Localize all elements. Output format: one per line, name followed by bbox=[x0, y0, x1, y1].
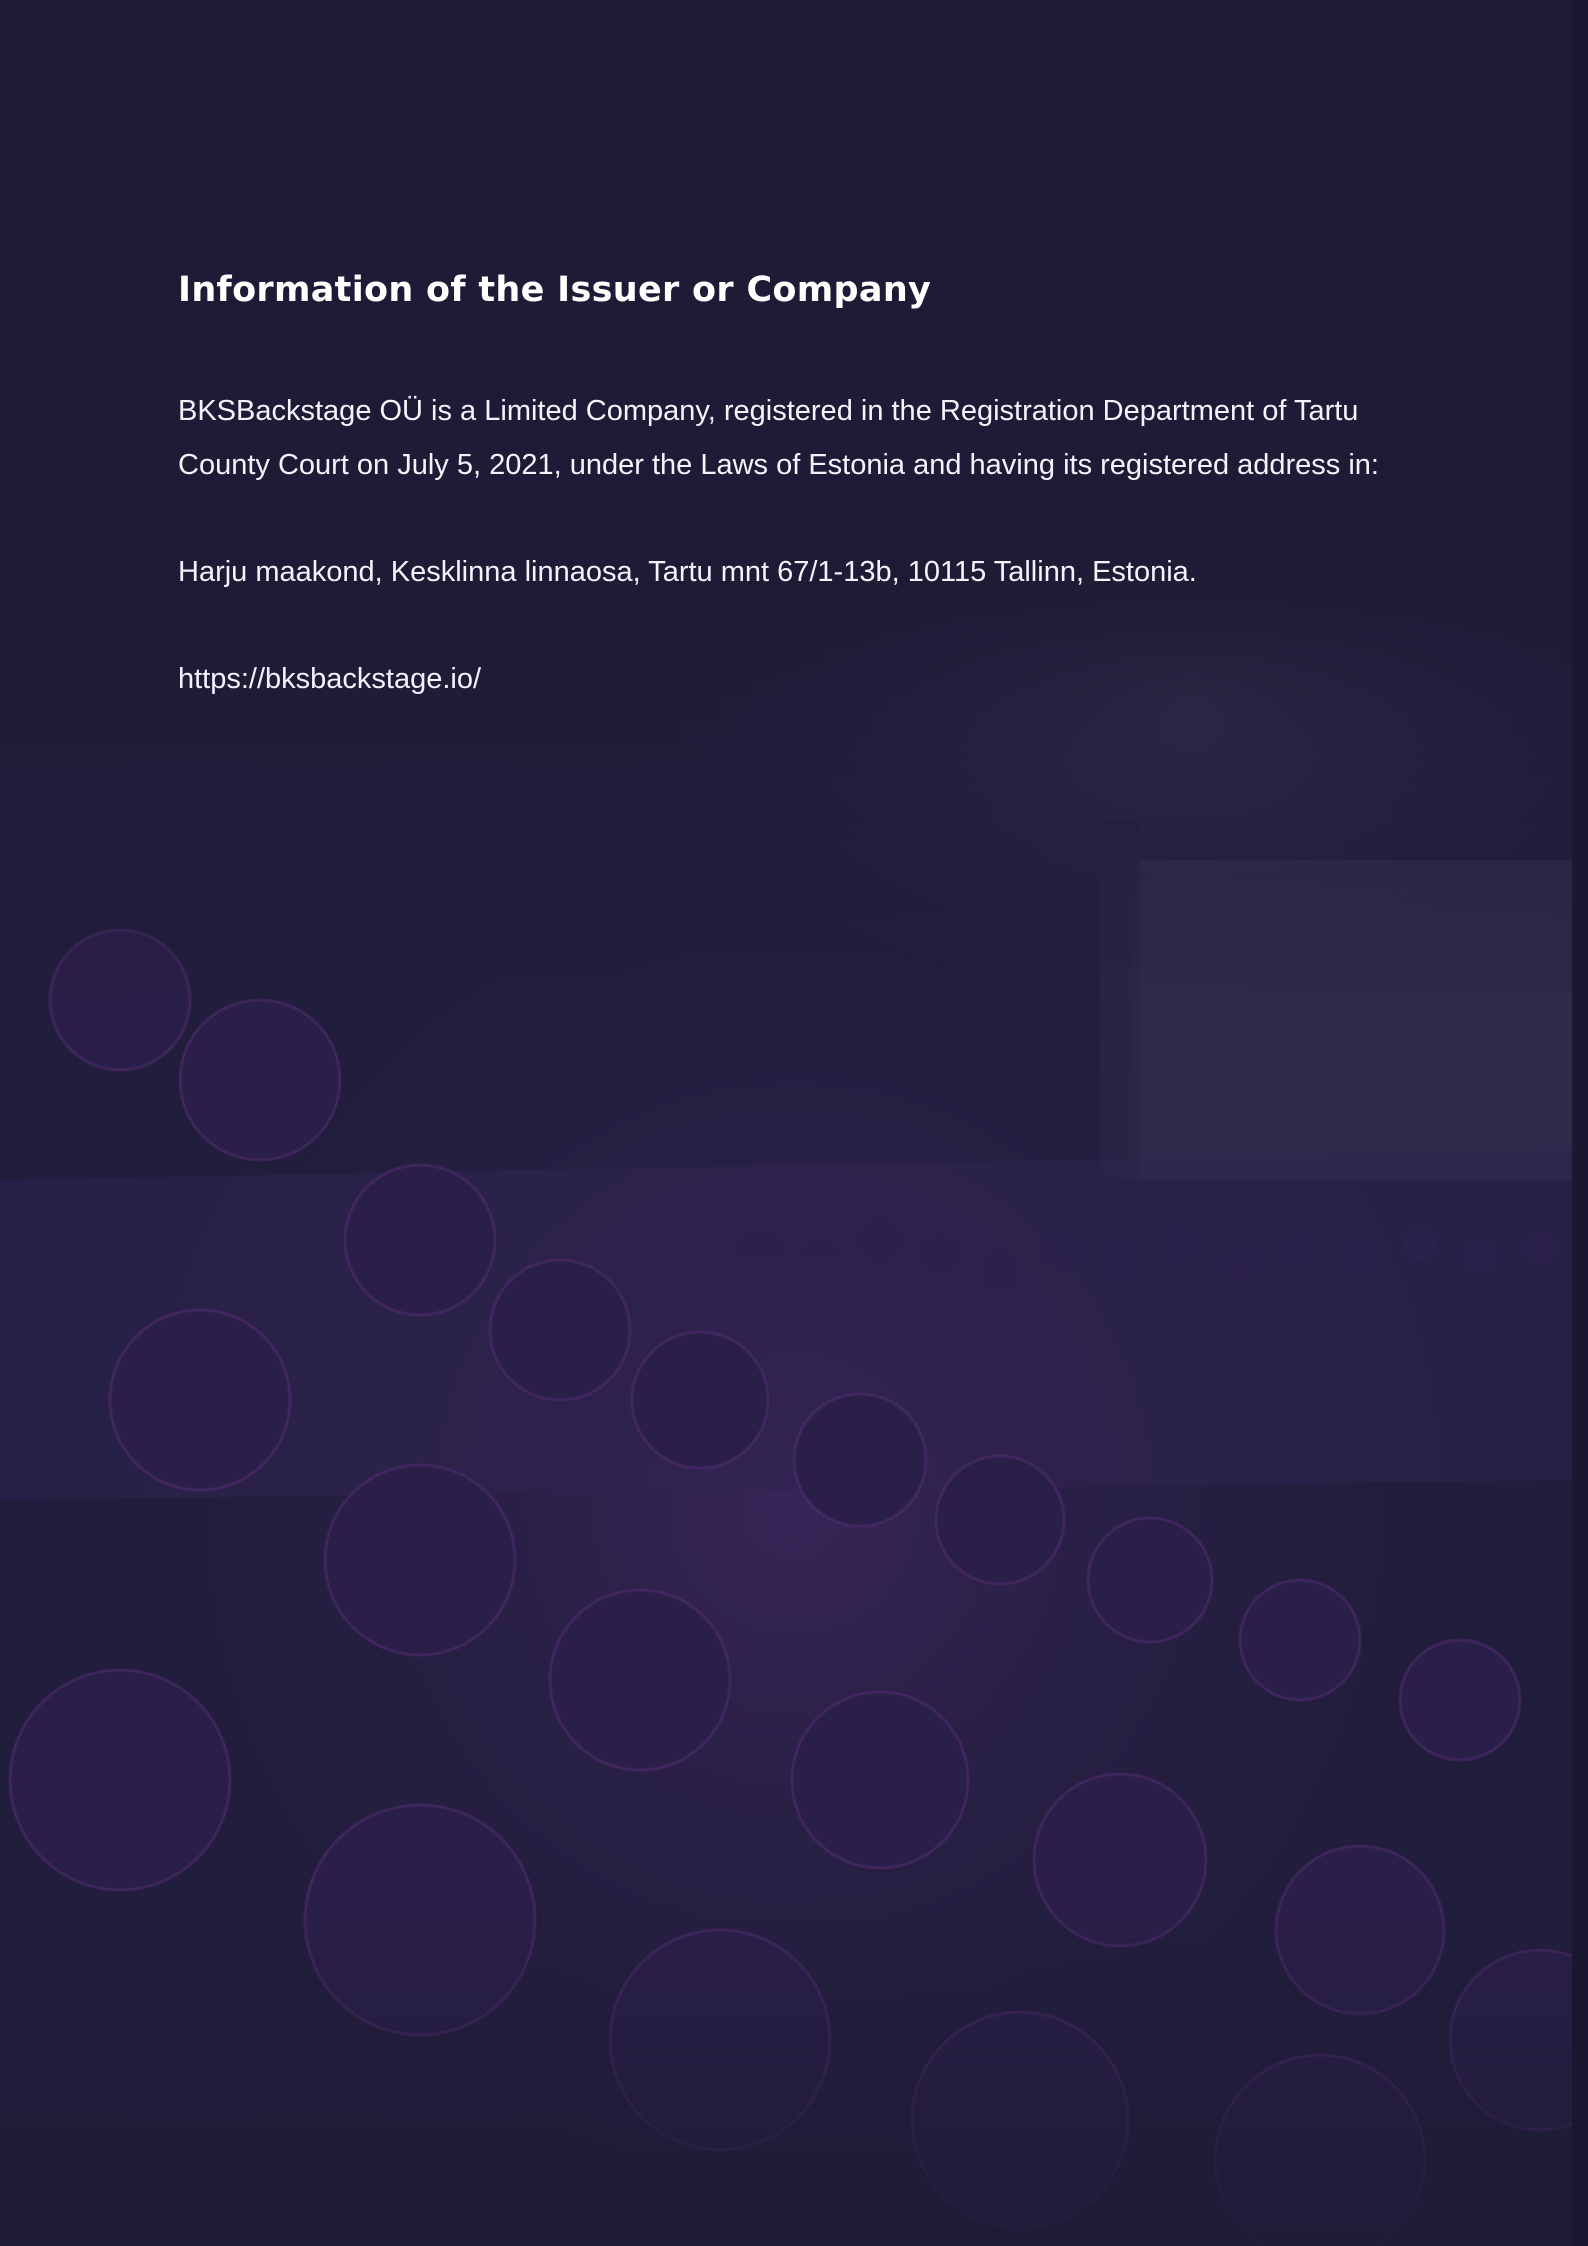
scrollbar[interactable] bbox=[1572, 0, 1588, 2246]
website-link[interactable]: https://bksbackstage.io/ bbox=[178, 663, 481, 695]
issuer-info-section: Information of the Issuer or Company BKS… bbox=[178, 262, 1418, 759]
page: Information of the Issuer or Company BKS… bbox=[0, 0, 1588, 2246]
section-title: Information of the Issuer or Company bbox=[178, 270, 932, 310]
company-address: Harju maakond, Kesklinna linnaosa, Tartu… bbox=[178, 556, 1197, 588]
company-description: BKSBackstage OÜ is a Limited Company, re… bbox=[178, 395, 1379, 481]
